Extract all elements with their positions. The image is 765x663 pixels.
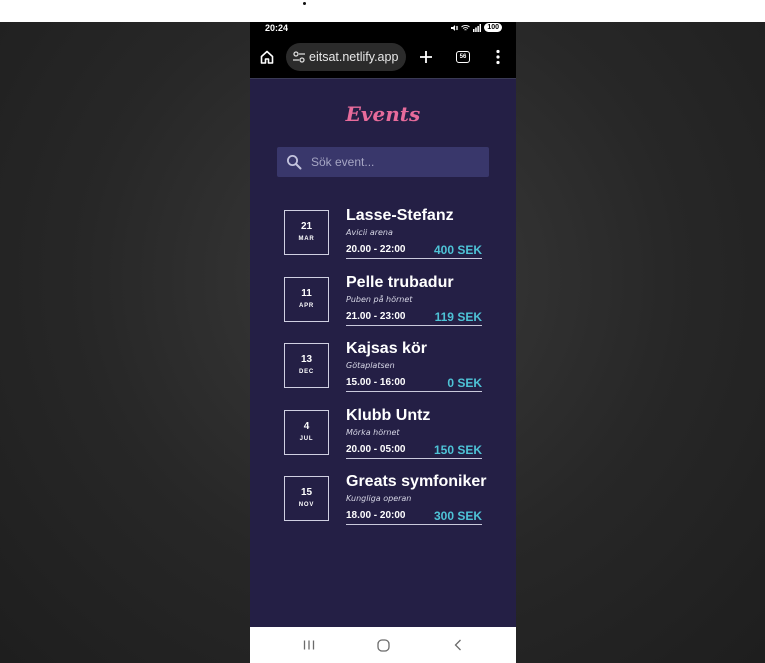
event-venue: Avicii arena <box>346 228 393 237</box>
status-time: 20:24 <box>265 23 289 33</box>
event-day: 4 <box>303 421 310 432</box>
address-bar[interactable]: eitsat.netlify.app <box>286 43 406 71</box>
new-tab-button[interactable] <box>413 36 439 78</box>
battery-indicator: 100 <box>484 23 502 32</box>
back-chevron-icon <box>454 639 461 651</box>
event-date-box: 11 APR <box>284 277 329 322</box>
event-day: 13 <box>300 354 313 365</box>
event-price: 0 SEK <box>447 376 482 390</box>
status-icons: 100 <box>450 23 502 32</box>
event-month: DEC <box>298 369 315 375</box>
event-title[interactable]: Kajsas kör <box>346 339 482 359</box>
event-date-box: 15 NOV <box>284 476 329 521</box>
event-item[interactable]: 15 NOV Greats symfoniker Kungliga operan… <box>284 473 487 526</box>
event-day: 15 <box>300 487 313 498</box>
signal-icon <box>473 23 482 32</box>
event-item[interactable]: 4 JUL Klubb Untz Mörka hörnet 20.00 - 05… <box>284 407 482 460</box>
event-title[interactable]: Greats symfoniker <box>346 472 487 492</box>
event-title[interactable]: Pelle trubadur <box>346 273 482 293</box>
home-icon <box>260 50 274 64</box>
event-day: 11 <box>301 288 312 299</box>
mute-icon <box>451 24 459 31</box>
event-date-box: 4 JUL <box>284 410 329 455</box>
event-time: 21.00 - 23:00 <box>346 311 406 322</box>
top-strip <box>0 0 765 22</box>
home-nav-button[interactable] <box>368 635 398 655</box>
camera-dot <box>303 2 306 5</box>
event-day: 21 <box>300 221 313 232</box>
event-item[interactable]: 11 APR Pelle trubadur Puben på hörnet 21… <box>284 274 482 327</box>
event-details: Klubb Untz Mörka hörnet 20.00 - 05:00 15… <box>346 406 482 459</box>
tab-switcher-button[interactable]: 56 <box>450 36 476 78</box>
event-venue: Götaplatsen <box>346 361 395 370</box>
event-venue: Mörka hörnet <box>346 428 400 437</box>
event-time: 18.00 - 20:00 <box>346 510 406 521</box>
recents-button[interactable] <box>294 635 324 655</box>
event-time: 20.00 - 05:00 <box>346 444 406 455</box>
event-title[interactable]: Lasse-Stefanz <box>346 206 482 226</box>
browser-menu-button[interactable] <box>485 36 511 78</box>
event-time: 20.00 - 22:00 <box>346 244 406 255</box>
event-details: Pelle trubadur Puben på hörnet 21.00 - 2… <box>346 273 482 326</box>
event-item[interactable]: 21 MAR Lasse-Stefanz Avicii arena 20.00 … <box>284 207 482 260</box>
tune-icon[interactable] <box>292 50 306 64</box>
event-time: 15.00 - 16:00 <box>346 377 406 388</box>
event-month: JUL <box>299 436 314 442</box>
event-title[interactable]: Klubb Untz <box>346 406 482 426</box>
back-button[interactable] <box>443 635 473 655</box>
wifi-icon <box>461 24 471 30</box>
event-details: Kajsas kör Götaplatsen 15.00 - 16:00 0 S… <box>346 339 482 392</box>
android-nav-bar <box>250 627 516 663</box>
event-price: 300 SEK <box>433 509 482 523</box>
event-venue: Kungliga operan <box>346 494 412 503</box>
search-box[interactable] <box>277 147 489 177</box>
more-vert-icon <box>496 49 500 65</box>
toolbar-divider <box>250 78 516 79</box>
tab-count: 56 <box>456 51 470 63</box>
search-input[interactable] <box>309 154 483 170</box>
event-month: APR <box>298 303 315 309</box>
event-month: NOV <box>298 502 315 508</box>
page-title: Events <box>345 102 421 126</box>
status-bar: 20:24 100 <box>250 22 516 36</box>
event-details: Greats symfoniker Kungliga operan 18.00 … <box>346 472 487 525</box>
event-price: 119 SEK <box>434 310 482 324</box>
home-button[interactable] <box>254 36 280 78</box>
plus-icon <box>420 51 432 63</box>
phone-screen: 20:24 100 eitsat.netlify.app 56 Events S… <box>250 22 516 663</box>
event-month: MAR <box>298 236 315 242</box>
circle-home-icon <box>376 638 390 652</box>
event-details: Lasse-Stefanz Avicii arena 20.00 - 22:00… <box>346 206 482 259</box>
event-date-box: 13 DEC <box>284 343 329 388</box>
url-text[interactable]: eitsat.netlify.app <box>309 50 398 64</box>
event-date-box: 21 MAR <box>284 210 329 255</box>
browser-toolbar: eitsat.netlify.app 56 <box>250 36 516 78</box>
search-icon <box>287 155 302 170</box>
event-item[interactable]: 13 DEC Kajsas kör Götaplatsen 15.00 - 16… <box>284 340 482 393</box>
recents-icon <box>303 640 315 650</box>
event-price: 400 SEK <box>433 243 482 257</box>
event-price: 150 SEK <box>433 443 482 457</box>
event-venue: Puben på hörnet <box>346 295 413 304</box>
